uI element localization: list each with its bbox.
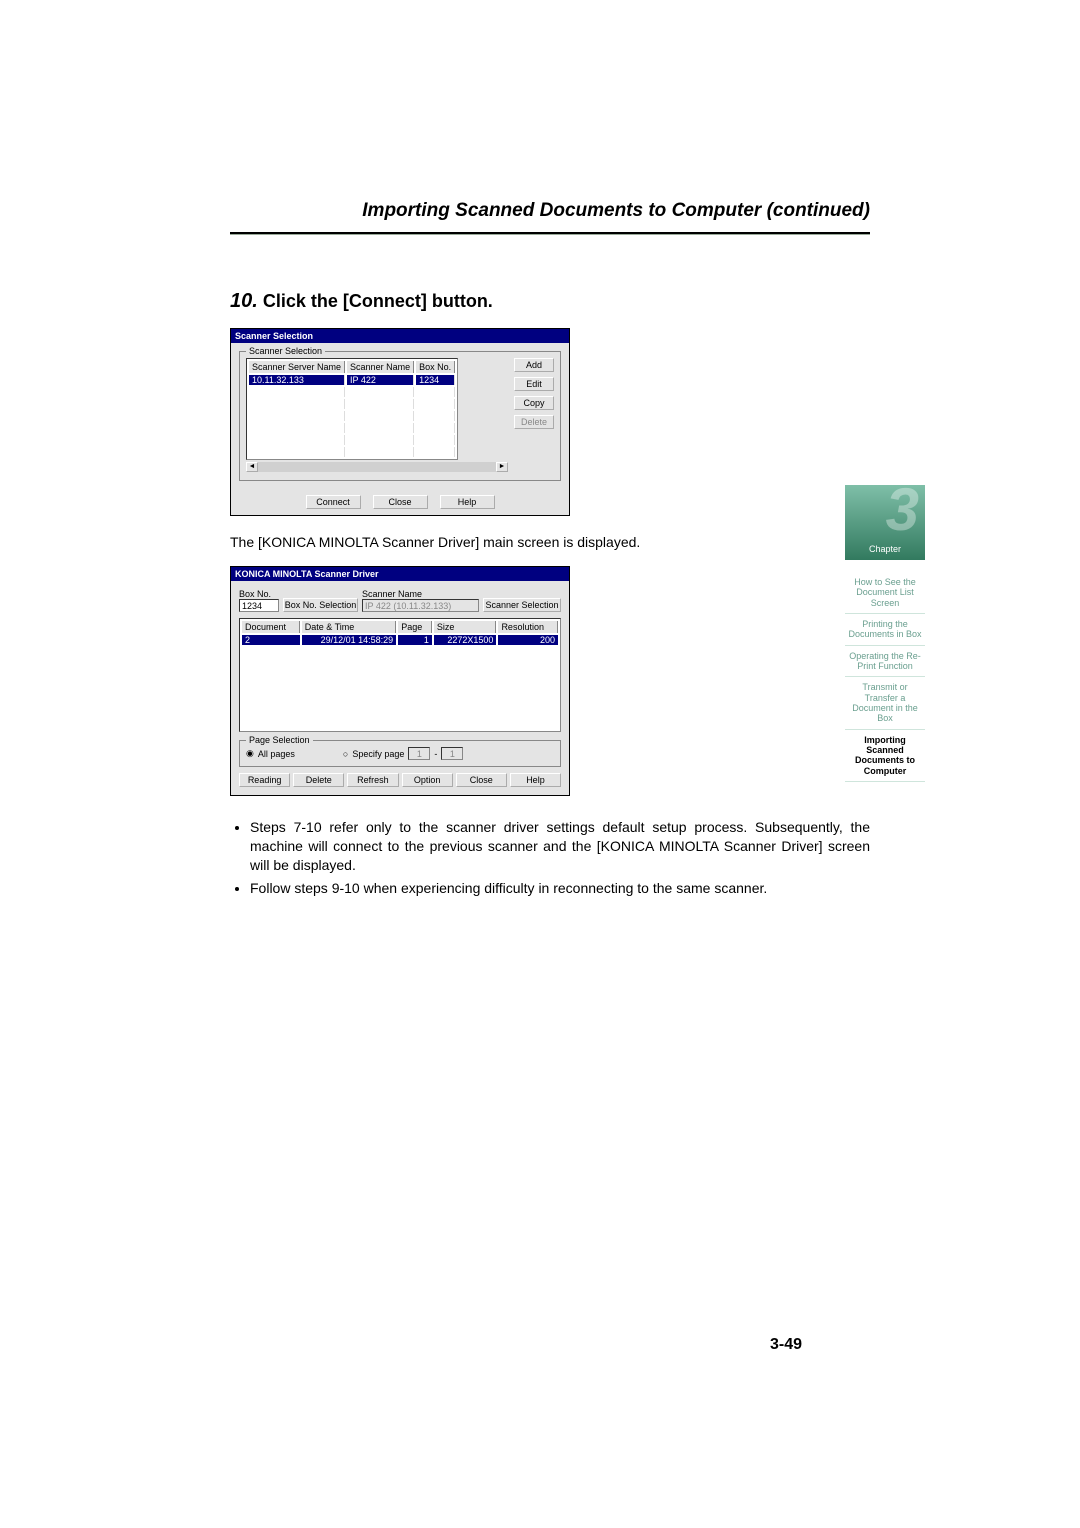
scanner-driver-dialog: KONICA MINOLTA Scanner Driver Box No. 12… bbox=[230, 566, 570, 796]
scroll-right-icon[interactable]: ► bbox=[496, 462, 508, 472]
table-row[interactable] bbox=[242, 647, 558, 657]
notes-list: Steps 7-10 refer only to the scanner dri… bbox=[230, 818, 870, 898]
specify-page-label[interactable]: Specify page bbox=[352, 749, 404, 759]
chapter-number: 3 bbox=[886, 480, 919, 540]
table-row[interactable] bbox=[249, 411, 455, 421]
chapter-label: Chapter bbox=[869, 544, 901, 554]
page-number: 3-49 bbox=[770, 1336, 802, 1354]
scanner-selection-dialog: Scanner Selection Scanner Selection Scan… bbox=[230, 328, 570, 516]
option-button[interactable]: Option bbox=[402, 773, 453, 787]
scanner-selection-button[interactable]: Scanner Selection bbox=[483, 598, 561, 612]
table-row[interactable] bbox=[249, 423, 455, 433]
boxno-selection-button[interactable]: Box No. Selection bbox=[283, 598, 358, 612]
table-row[interactable] bbox=[249, 399, 455, 409]
delete-button[interactable]: Delete bbox=[514, 415, 554, 429]
page-selection-group: Page Selection ◉ All pages ○ Specify pag… bbox=[239, 740, 561, 767]
header-rule bbox=[230, 232, 870, 235]
radio-icon[interactable]: ◉ bbox=[246, 748, 254, 759]
nav-item[interactable]: How to See the Document List Screen bbox=[845, 572, 925, 614]
scroll-left-icon[interactable]: ◄ bbox=[246, 462, 258, 472]
nav-item[interactable]: Printing the Documents in Box bbox=[845, 614, 925, 646]
table-row[interactable] bbox=[249, 435, 455, 445]
add-button[interactable]: Add bbox=[514, 358, 554, 372]
help-button[interactable]: Help bbox=[440, 495, 495, 509]
scannername-field: IP 422 (10.11.32.133) bbox=[362, 599, 479, 612]
refresh-button[interactable]: Refresh bbox=[347, 773, 398, 787]
table-row[interactable] bbox=[242, 659, 558, 669]
nav-item-active[interactable]: Importing Scanned Documents to Computer bbox=[845, 730, 925, 782]
step-number: 10. bbox=[230, 290, 258, 312]
reading-button[interactable]: Reading bbox=[239, 773, 290, 787]
all-pages-label[interactable]: All pages bbox=[258, 749, 295, 759]
col-scanner-name[interactable]: Scanner Name bbox=[347, 361, 414, 373]
table-row[interactable] bbox=[242, 671, 558, 681]
nav-item[interactable]: Operating the Re-Print Function bbox=[845, 646, 925, 678]
note-item: Follow steps 9-10 when experiencing diff… bbox=[250, 879, 870, 898]
edit-button[interactable]: Edit bbox=[514, 377, 554, 391]
table-row[interactable] bbox=[249, 387, 455, 397]
table-row[interactable]: 10.11.32.133 IP 422 1234 bbox=[249, 375, 455, 385]
page-content: Importing Scanned Documents to Computer … bbox=[230, 200, 870, 902]
dialog-titlebar: KONICA MINOLTA Scanner Driver bbox=[231, 567, 569, 581]
table-row[interactable] bbox=[249, 447, 455, 457]
chapter-box: 3 Chapter bbox=[845, 485, 925, 560]
col-box-no[interactable]: Box No. bbox=[416, 361, 455, 373]
col-document[interactable]: Document bbox=[242, 621, 300, 633]
radio-icon[interactable]: ○ bbox=[343, 749, 348, 759]
page-from-field[interactable]: 1 bbox=[408, 747, 430, 760]
close-button[interactable]: Close bbox=[456, 773, 507, 787]
connect-button[interactable]: Connect bbox=[306, 495, 361, 509]
table-row[interactable] bbox=[242, 695, 558, 705]
page-title: Importing Scanned Documents to Computer … bbox=[230, 200, 870, 222]
page-to-field[interactable]: 1 bbox=[441, 747, 463, 760]
close-button[interactable]: Close bbox=[373, 495, 428, 509]
table-row[interactable] bbox=[242, 719, 558, 729]
nav-item[interactable]: Transmit or Transfer a Document in the B… bbox=[845, 677, 925, 729]
page-selection-label: Page Selection bbox=[246, 735, 313, 745]
col-server-name[interactable]: Scanner Server Name bbox=[249, 361, 345, 373]
scannername-label: Scanner Name bbox=[362, 589, 479, 599]
between-text: The [KONICA MINOLTA Scanner Driver] main… bbox=[230, 534, 870, 550]
col-resolution[interactable]: Resolution bbox=[498, 621, 558, 633]
group-label: Scanner Selection bbox=[246, 346, 325, 356]
help-button[interactable]: Help bbox=[510, 773, 561, 787]
table-row[interactable]: 2 29/12/01 14:58:29 1 2272X1500 200 bbox=[242, 635, 558, 645]
scanner-table[interactable]: Scanner Server Name Scanner Name Box No.… bbox=[246, 358, 458, 460]
boxno-label: Box No. bbox=[239, 589, 279, 599]
scanner-selection-group: Scanner Selection Scanner Server Name Sc… bbox=[239, 351, 561, 481]
table-row[interactable] bbox=[242, 683, 558, 693]
note-item: Steps 7-10 refer only to the scanner dri… bbox=[250, 818, 870, 875]
step-heading: 10. Click the [Connect] button. bbox=[230, 290, 870, 313]
dialog-titlebar: Scanner Selection bbox=[231, 329, 569, 343]
col-datetime[interactable]: Date & Time bbox=[302, 621, 396, 633]
table-row[interactable] bbox=[242, 707, 558, 717]
col-page[interactable]: Page bbox=[398, 621, 432, 633]
boxno-field[interactable]: 1234 bbox=[239, 599, 279, 612]
document-list[interactable]: Document Date & Time Page Size Resolutio… bbox=[239, 618, 561, 732]
chapter-sidebar: 3 Chapter How to See the Document List S… bbox=[845, 485, 925, 782]
step-text: Click the [Connect] button. bbox=[263, 291, 493, 311]
col-size[interactable]: Size bbox=[434, 621, 497, 633]
delete-button[interactable]: Delete bbox=[293, 773, 344, 787]
dash-label: - bbox=[434, 749, 437, 759]
copy-button[interactable]: Copy bbox=[514, 396, 554, 410]
horizontal-scrollbar[interactable]: ◄ ► bbox=[246, 462, 508, 472]
